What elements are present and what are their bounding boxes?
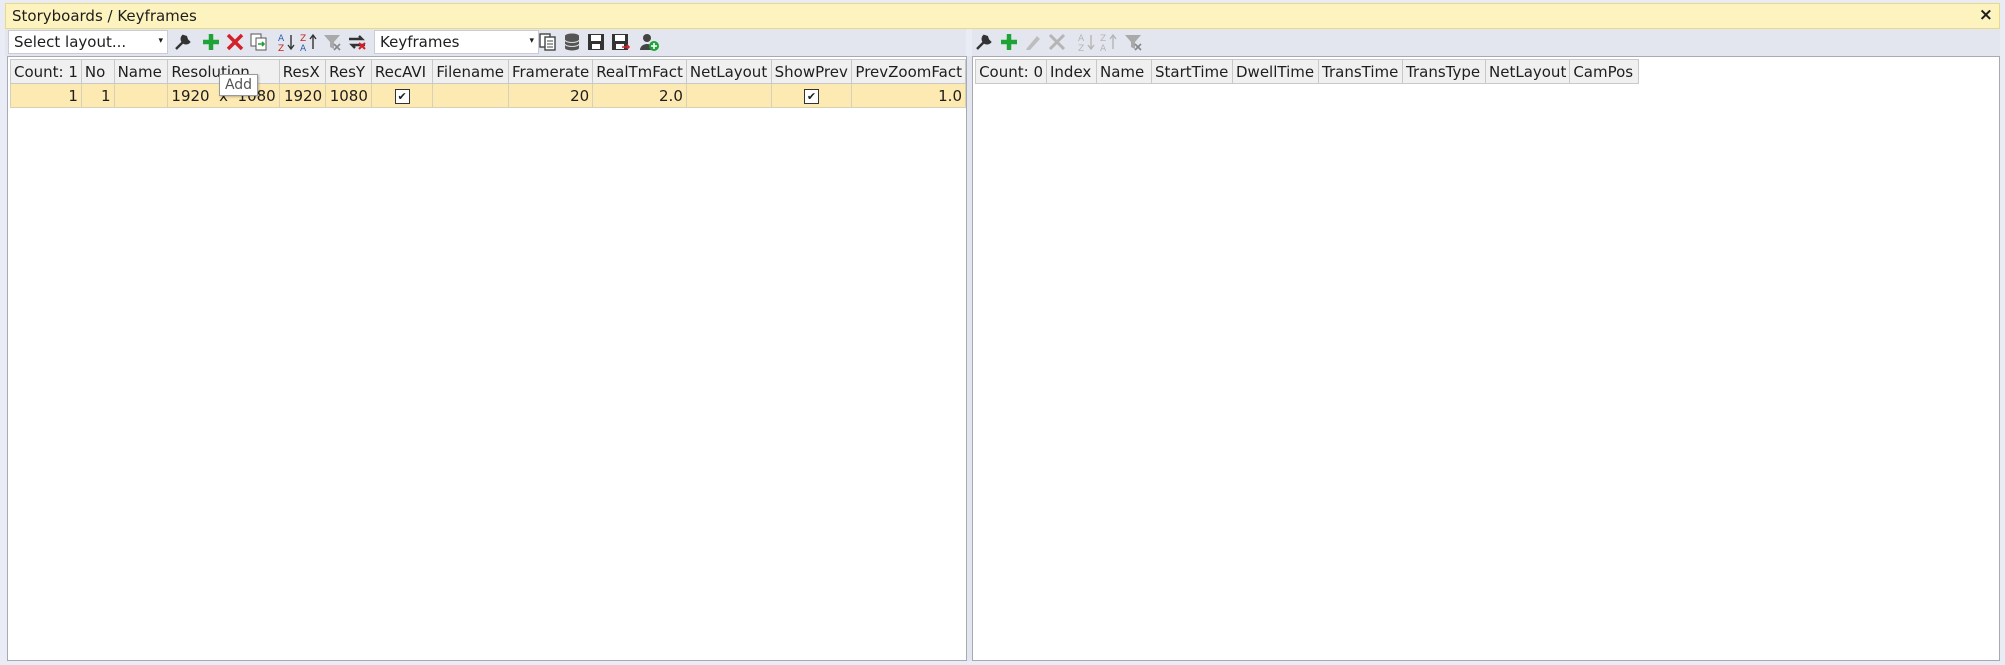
svg-text:Z: Z	[278, 44, 284, 53]
cell-prevzoomfact[interactable]: 1.0	[851, 83, 966, 108]
column-header-dwelltime[interactable]: DwellTime	[1232, 59, 1319, 84]
filter-icon	[1122, 31, 1144, 53]
svg-text:A: A	[300, 44, 307, 53]
svg-text:A: A	[1100, 44, 1107, 53]
row-index: 1	[10, 83, 82, 108]
chevron-down-icon: ▾	[158, 36, 163, 46]
showprev-checkbox[interactable]: ✔	[804, 88, 820, 104]
column-header-recavi[interactable]: RecAVI	[370, 59, 434, 84]
column-header-index[interactable]: Index	[1046, 59, 1097, 84]
storyboards-toolbar: Select layout... ▾ AZ ZA Keyframes ▾	[5, 29, 966, 56]
save-as-icon[interactable]	[609, 31, 631, 53]
keyframes-toolbar: AZ ZA	[972, 29, 2000, 56]
copy-icon[interactable]	[537, 31, 559, 53]
cell-showprev[interactable]: ✔	[770, 83, 853, 108]
column-header-resy[interactable]: ResY	[325, 59, 372, 84]
column-header-netlayout[interactable]: NetLayout	[685, 59, 772, 84]
cell-name[interactable]	[113, 83, 169, 108]
column-header-transtype[interactable]: TransType	[1402, 59, 1486, 84]
layout-select-value: Select layout...	[14, 33, 127, 51]
column-header-campos[interactable]: CamPos	[1569, 59, 1640, 84]
storyboards-grid: Count: 1 No Name Resolution ResX ResY Re…	[10, 59, 966, 108]
svg-text:Z: Z	[1100, 34, 1106, 44]
chevron-down-icon: ▾	[529, 36, 534, 46]
grid-header-row: Count: 1 No Name Resolution ResX ResY Re…	[10, 59, 966, 84]
user-add-icon[interactable]	[638, 31, 660, 53]
cell-recavi[interactable]: ✔	[370, 83, 434, 108]
add-icon[interactable]	[998, 31, 1020, 53]
svg-text:A: A	[1078, 34, 1085, 44]
svg-text:Z: Z	[1078, 44, 1084, 53]
close-icon[interactable]: ×	[1979, 5, 1993, 25]
refresh-icon[interactable]	[346, 31, 368, 53]
sort-az-icon[interactable]: AZ	[276, 31, 298, 53]
view-select[interactable]: Keyframes ▾	[374, 30, 539, 54]
window-title: Storyboards / Keyframes	[12, 7, 197, 25]
column-header-filename[interactable]: Filename	[432, 59, 509, 84]
count-header: Count: 1	[10, 59, 82, 84]
wrench-icon[interactable]	[172, 31, 194, 53]
cell-realtmfact[interactable]: 2.0	[592, 83, 687, 108]
delete-icon[interactable]	[224, 31, 246, 53]
svg-text:Z: Z	[300, 34, 306, 44]
cell-no[interactable]: 1	[80, 83, 115, 108]
column-header-framerate[interactable]: Framerate	[507, 59, 594, 84]
column-header-no[interactable]: No	[80, 59, 115, 84]
column-header-resx[interactable]: ResX	[278, 59, 327, 84]
column-header-netlayout[interactable]: NetLayout	[1484, 59, 1571, 84]
layout-select[interactable]: Select layout... ▾	[8, 30, 168, 54]
cell-framerate[interactable]: 20	[507, 83, 594, 108]
sort-za-icon[interactable]: ZA	[298, 31, 320, 53]
table-row[interactable]: 1 1 1920 x 1080 1920 1080 ✔ 20 2.0 ✔ 1.0	[10, 83, 966, 108]
window-title-bar: Storyboards / Keyframes ×	[5, 3, 2000, 29]
duplicate-icon[interactable]	[248, 31, 270, 53]
filter-icon[interactable]	[321, 31, 343, 53]
column-header-starttime[interactable]: StartTime	[1151, 59, 1233, 84]
delete-icon	[1046, 31, 1068, 53]
cell-filename[interactable]	[432, 83, 509, 108]
count-header: Count: 0	[975, 59, 1047, 84]
sort-za-icon: ZA	[1098, 31, 1120, 53]
database-icon[interactable]	[561, 31, 583, 53]
column-header-name[interactable]: Name	[113, 59, 169, 84]
save-icon[interactable]	[585, 31, 607, 53]
column-header-realtmfact[interactable]: RealTmFact	[592, 59, 687, 84]
grid-header-row: Count: 0 Index Name StartTime DwellTime …	[975, 59, 1640, 84]
cell-netlayout[interactable]	[685, 83, 772, 108]
wrench-icon[interactable]	[973, 31, 995, 53]
sort-az-icon: AZ	[1076, 31, 1098, 53]
add-icon[interactable]	[200, 31, 222, 53]
cell-resy[interactable]: 1080	[325, 83, 372, 108]
keyframes-grid: Count: 0 Index Name StartTime DwellTime …	[975, 59, 1640, 84]
column-header-showprev[interactable]: ShowPrev	[770, 59, 853, 84]
svg-text:A: A	[278, 34, 285, 44]
storyboards-panel: Count: 1 No Name Resolution ResX ResY Re…	[7, 56, 967, 661]
keyframes-panel: Count: 0 Index Name StartTime DwellTime …	[972, 56, 2000, 661]
recavi-checkbox[interactable]: ✔	[394, 88, 410, 104]
view-select-value: Keyframes	[380, 33, 460, 51]
edit-icon	[1022, 31, 1044, 53]
column-header-transtime[interactable]: TransTime	[1318, 59, 1403, 84]
cell-resx[interactable]: 1920	[278, 83, 327, 108]
column-header-prevzoomfact[interactable]: PrevZoomFact	[851, 59, 966, 84]
column-header-name[interactable]: Name	[1096, 59, 1152, 84]
add-tooltip: Add	[219, 74, 258, 96]
